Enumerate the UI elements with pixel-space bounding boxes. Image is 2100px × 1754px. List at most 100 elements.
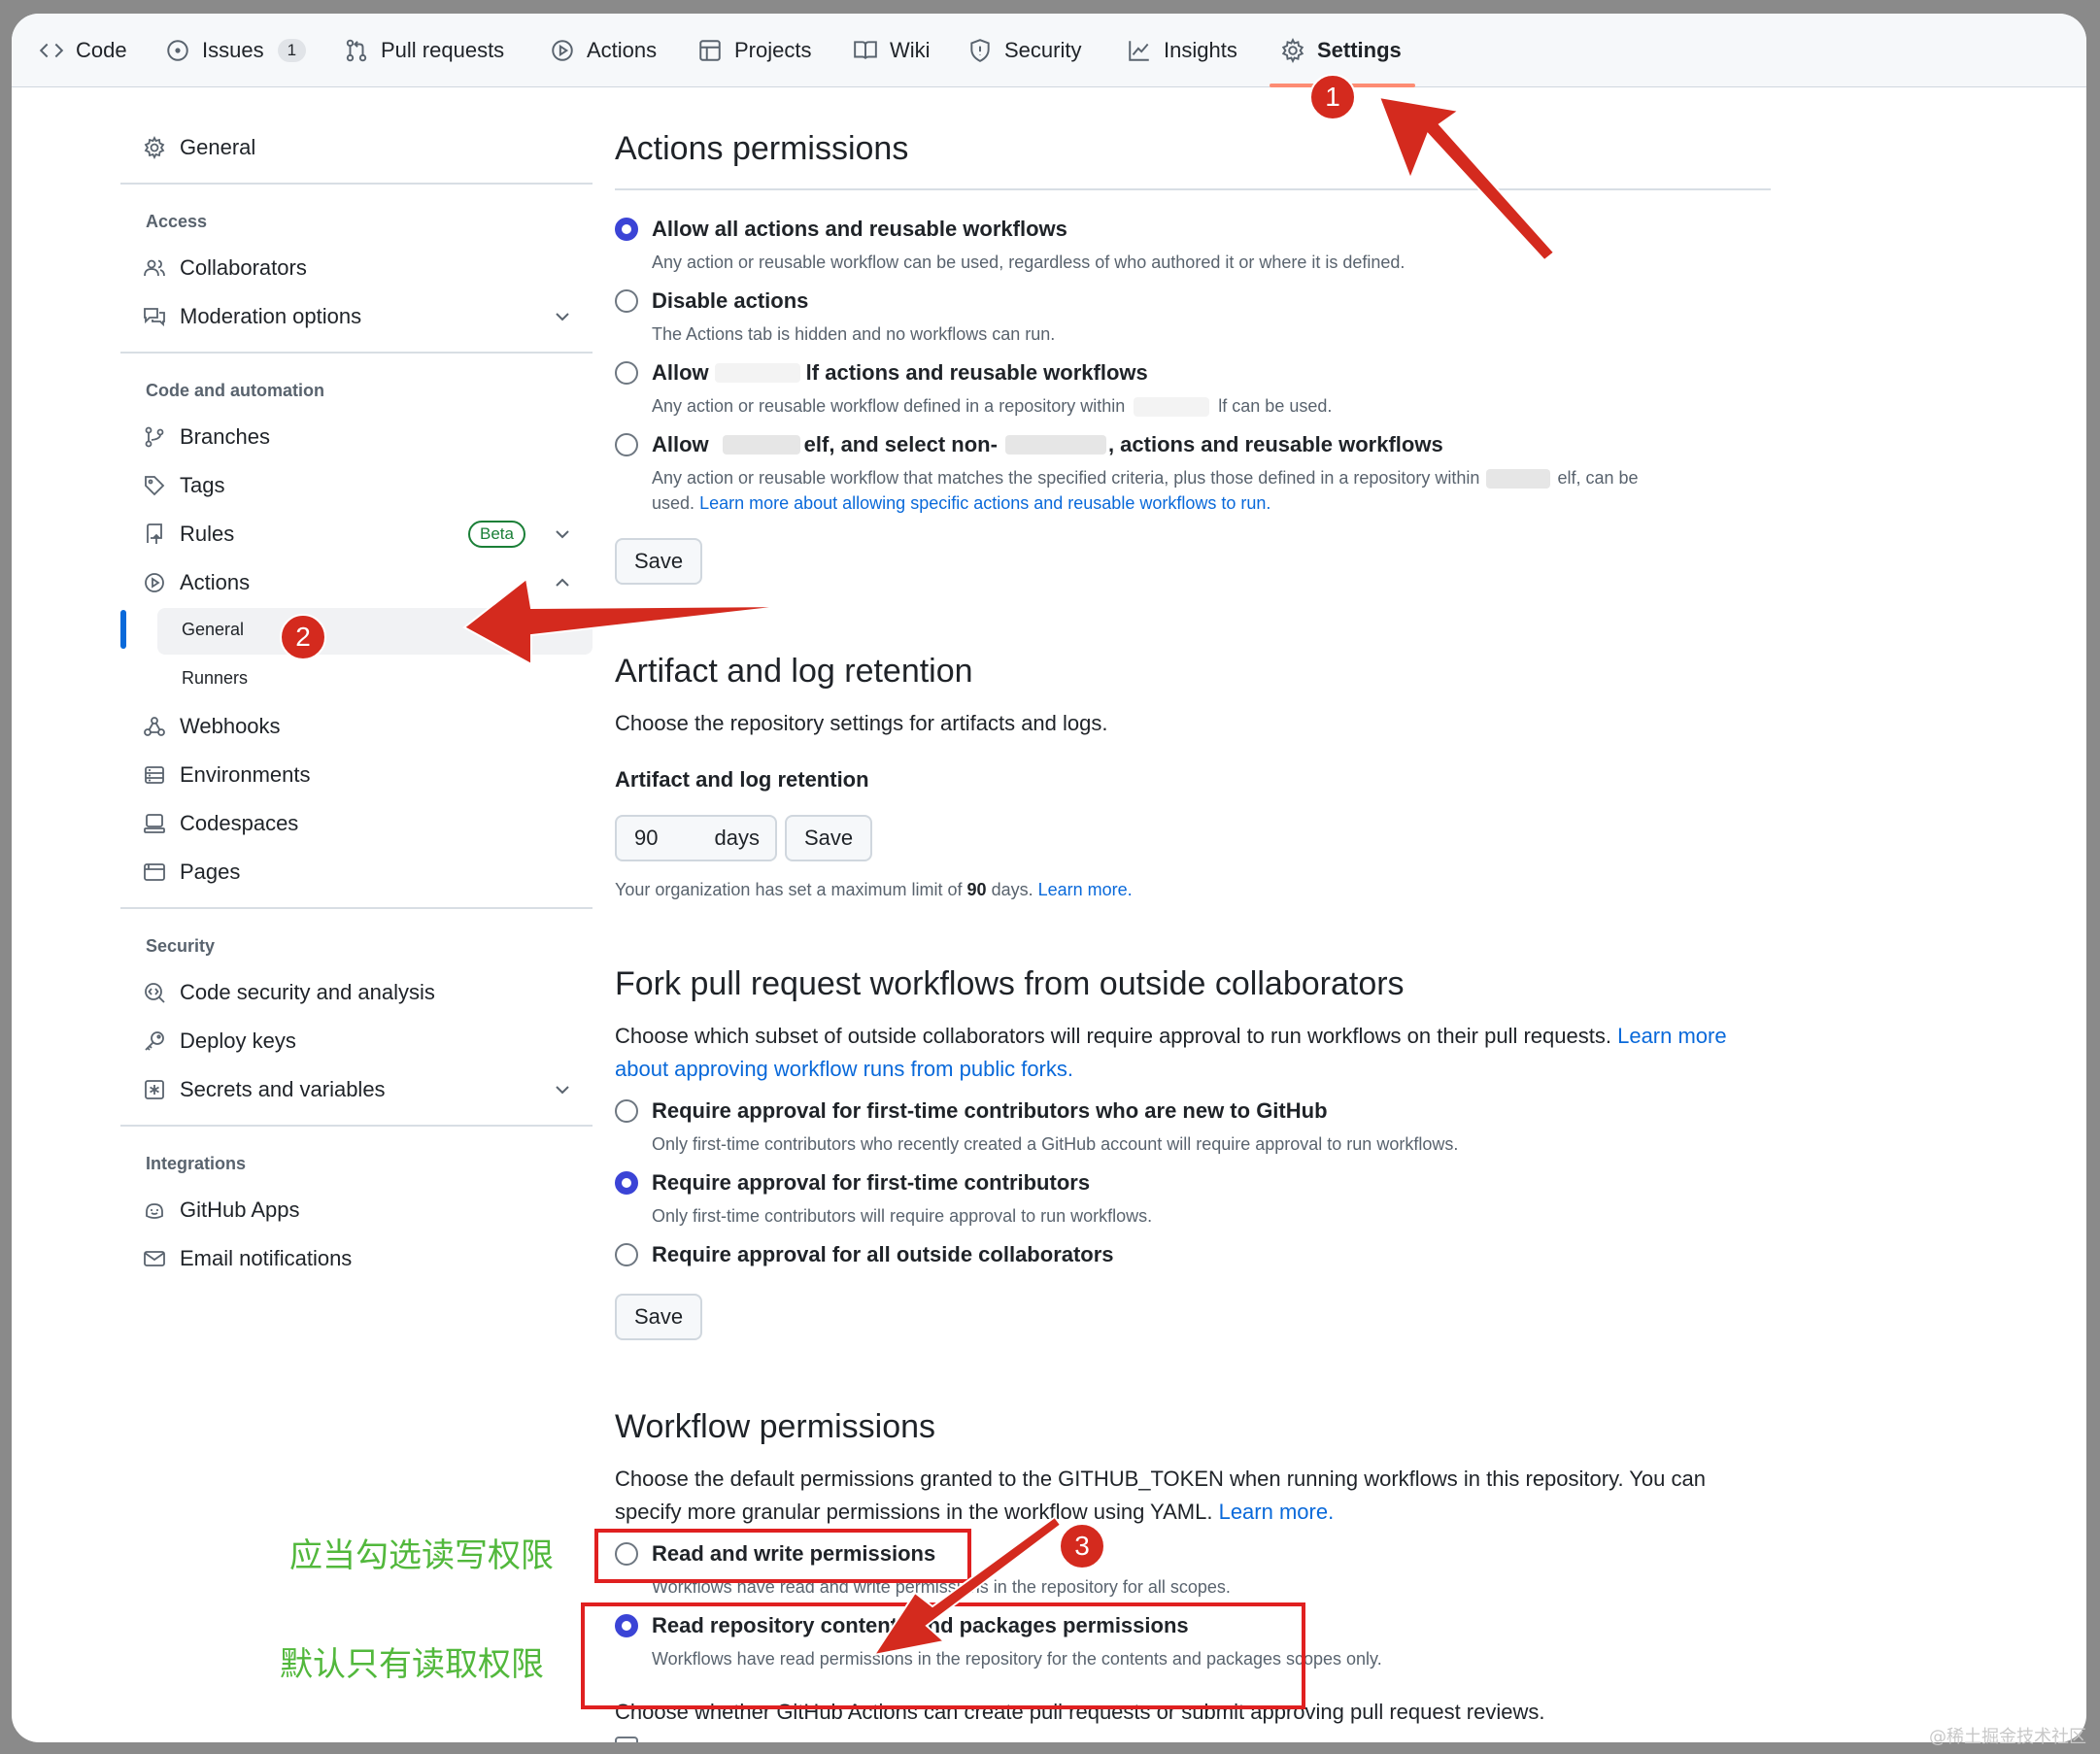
radio-button[interactable]: [615, 289, 638, 313]
sidebar-item-codespaces[interactable]: Codespaces: [143, 804, 298, 843]
sidebar-item-label: Email notifications: [180, 1246, 353, 1270]
browser-window: Code Issues 1 Pull requests Actions Proj…: [12, 14, 2086, 1742]
sidebar-item-rules[interactable]: Rules: [143, 515, 234, 554]
tab-label: Wiki: [890, 38, 931, 62]
sidebar-heading-code-automation: Code and automation: [146, 381, 324, 400]
tab-label: Pull requests: [381, 38, 505, 62]
sidebar-item-general[interactable]: General: [143, 128, 255, 167]
desc-text: used.: [652, 493, 695, 513]
step-badge-3: 3: [1059, 1523, 1105, 1569]
radio-require-all-outside[interactable]: Require approval for all outside collabo…: [615, 1241, 1114, 1268]
sidebar-item-tags[interactable]: Tags: [143, 466, 224, 505]
save-fork-button[interactable]: Save: [615, 1294, 703, 1340]
option-label: lf actions and reusable workflows: [805, 360, 1148, 385]
radio-allow-select-actions[interactable]: Allow elf, and select non- , actions and…: [615, 431, 1443, 458]
book-icon: [854, 41, 877, 59]
section-description: Choose the repository settings for artif…: [615, 711, 1108, 735]
learn-more-link[interactable]: Learn more.: [1219, 1500, 1335, 1524]
tab-security[interactable]: Security: [967, 33, 1081, 68]
save-retention-button[interactable]: Save: [785, 815, 873, 861]
asterisk-box-icon: [145, 1080, 164, 1099]
option-description: Only first-time contributors will requir…: [652, 1206, 1153, 1226]
sidebar-item-actions[interactable]: Actions: [143, 563, 250, 602]
tab-wiki[interactable]: Wiki: [853, 33, 931, 68]
sidebar-item-secrets[interactable]: Secrets and variables: [143, 1070, 386, 1109]
tab-projects[interactable]: Projects: [697, 33, 811, 68]
tab-settings[interactable]: Settings: [1280, 33, 1402, 68]
sidebar-item-github-apps[interactable]: GitHub Apps: [143, 1191, 300, 1230]
sidebar-item-label: Rules: [180, 522, 235, 546]
tab-code[interactable]: Code: [39, 33, 127, 68]
radio-button[interactable]: [615, 1243, 638, 1266]
sidebar-item-branches[interactable]: Branches: [143, 418, 270, 456]
code-icon: [39, 43, 64, 58]
graph-icon: [1129, 41, 1149, 61]
pr-approval-checkbox[interactable]: [615, 1737, 638, 1742]
learn-more-link[interactable]: Learn more about allowing specific actio…: [699, 493, 1270, 513]
sidebar-item-actions-general[interactable]: General: [182, 620, 244, 640]
sidebar-item-actions-runners[interactable]: Runners: [182, 668, 248, 689]
chevron-down-icon[interactable]: [551, 305, 574, 328]
radio-allow-org-actions[interactable]: Allow lf actions and reusable workflows: [615, 359, 1148, 387]
section-title-artifact: Artifact and log retention: [615, 653, 973, 690]
sidebar-item-label: Webhooks: [180, 714, 281, 738]
retention-days-input[interactable]: 90 days: [615, 815, 777, 861]
redacted-text: [1004, 435, 1106, 455]
browser-icon: [144, 863, 165, 881]
tab-issues[interactable]: Issues 1: [165, 33, 307, 68]
retention-note: Your organization has set a maximum limi…: [615, 880, 1133, 900]
tab-insights[interactable]: Insights: [1127, 33, 1237, 68]
tab-label: Actions: [587, 38, 658, 62]
sidebar-item-label: Tags: [180, 473, 225, 497]
sidebar-item-code-security[interactable]: Code security and analysis: [143, 973, 435, 1012]
option-description: The Actions tab is hidden and no workflo…: [652, 324, 1056, 344]
chevron-down-icon[interactable]: [551, 1078, 574, 1101]
section-description: Choose the default permissions granted t…: [615, 1467, 1706, 1491]
sidebar-heading-security: Security: [146, 936, 216, 956]
sidebar-item-pages[interactable]: Pages: [143, 853, 240, 892]
option-description: Any action or reusable workflow defined …: [652, 396, 1333, 418]
note-default-read-only: 默认只有读取权限: [280, 1645, 544, 1684]
option-description: Any action or reusable workflow can be u…: [652, 253, 1406, 272]
play-icon: [552, 40, 573, 61]
chevron-up-icon[interactable]: [551, 571, 574, 594]
radio-require-new-github[interactable]: Require approval for first-time contribu…: [615, 1097, 1328, 1125]
sidebar-item-label: Moderation options: [180, 304, 362, 328]
sidebar-item-webhooks[interactable]: Webhooks: [143, 707, 281, 746]
learn-more-link[interactable]: Learn more: [1617, 1024, 1727, 1048]
learn-more-link[interactable]: Learn more.: [1038, 880, 1133, 899]
radio-button[interactable]: [615, 1099, 638, 1123]
chevron-down-icon[interactable]: [551, 523, 574, 546]
table-icon: [699, 40, 721, 61]
learn-more-link[interactable]: about approving workflow runs from publi…: [615, 1057, 1073, 1082]
sidebar-item-label: Secrets and variables: [180, 1077, 386, 1101]
annotation-box-read-write: [594, 1529, 971, 1583]
issue-icon: [167, 40, 188, 61]
sidebar-item-moderation[interactable]: Moderation options: [143, 297, 361, 336]
redacted-text: [714, 363, 800, 383]
option-description: used. Learn more about allowing specific…: [652, 493, 1270, 514]
sidebar-item-email[interactable]: Email notifications: [143, 1239, 352, 1278]
section-title-actions-permissions: Actions permissions: [615, 130, 909, 167]
sidebar-item-collaborators[interactable]: Collaborators: [143, 249, 307, 287]
radio-button-selected[interactable]: [615, 1171, 638, 1195]
save-button[interactable]: Save: [615, 538, 703, 585]
section-description: Choose which subset of outside collabora…: [615, 1024, 1727, 1049]
redacted-text: [1486, 469, 1551, 489]
sidebar-item-environments[interactable]: Environments: [143, 756, 311, 794]
radio-button-selected[interactable]: [615, 218, 638, 241]
tab-label: Issues: [202, 38, 264, 62]
sidebar-item-deploy-keys[interactable]: Deploy keys: [143, 1022, 296, 1061]
note-text: days.: [991, 880, 1033, 899]
radio-button[interactable]: [615, 433, 638, 456]
tab-actions[interactable]: Actions: [550, 33, 657, 68]
repo-nav: Code Issues 1 Pull requests Actions Proj…: [12, 14, 2086, 87]
radio-button[interactable]: [615, 361, 638, 385]
desc-text: lf can be used.: [1218, 396, 1333, 416]
tab-pull-requests[interactable]: Pull requests: [344, 33, 504, 68]
radio-require-first-time[interactable]: Require approval for first-time contribu…: [615, 1169, 1090, 1197]
sidebar-divider: [120, 1125, 593, 1127]
radio-disable-actions[interactable]: Disable actions: [615, 287, 808, 315]
option-label: elf, and select non-: [803, 432, 998, 456]
radio-allow-all-actions[interactable]: Allow all actions and reusable workflows: [615, 216, 1067, 243]
